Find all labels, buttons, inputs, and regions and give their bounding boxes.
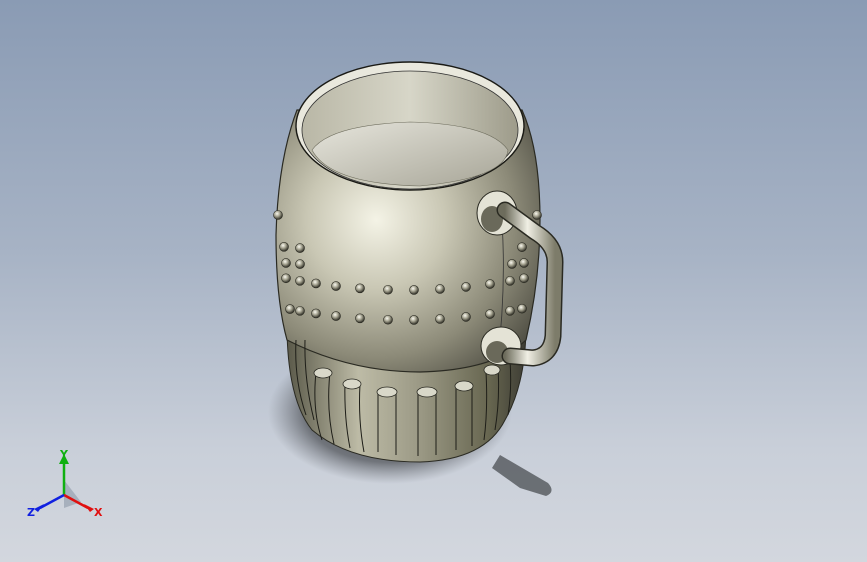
rivet: [295, 259, 305, 269]
rivet: [507, 259, 517, 269]
rivet: [519, 258, 529, 268]
rivet: [383, 284, 393, 295]
rivet: [505, 276, 515, 286]
rivet: [331, 311, 341, 321]
rivet: [311, 278, 321, 289]
rivet: [461, 312, 471, 322]
z-axis-label: Z: [27, 506, 35, 519]
rivet: [409, 315, 419, 325]
x-axis-label: X: [94, 506, 103, 519]
y-axis-label: Y: [59, 450, 69, 461]
rivet: [435, 314, 445, 324]
rivet: [281, 258, 291, 268]
rivet: [279, 242, 289, 252]
rivet: [485, 309, 495, 319]
rivet: [281, 273, 291, 284]
rivet: [295, 276, 305, 286]
rivet: [273, 210, 283, 220]
z-axis: [39, 493, 65, 510]
rivet: [485, 279, 495, 289]
rivet: [383, 314, 393, 325]
rivet: [311, 308, 321, 319]
rivet: [409, 285, 419, 295]
rivet: [355, 313, 365, 324]
rivet: [295, 243, 305, 253]
rivet: [435, 284, 445, 294]
orientation-triad[interactable]: Y X Z: [26, 450, 106, 525]
rivet: [505, 306, 515, 316]
rivet: [295, 306, 305, 316]
rivet: [355, 283, 365, 294]
rivet: [461, 282, 471, 292]
rivet: [517, 242, 527, 252]
rivet: [519, 273, 529, 284]
mug-body[interactable]: [275, 61, 541, 463]
graphics-viewport[interactable]: Y X Z: [0, 0, 867, 562]
rivet: [331, 281, 341, 291]
rivet: [517, 303, 527, 314]
rivet: [532, 210, 542, 220]
rivet: [285, 304, 295, 314]
3d-model-view[interactable]: [0, 0, 867, 562]
